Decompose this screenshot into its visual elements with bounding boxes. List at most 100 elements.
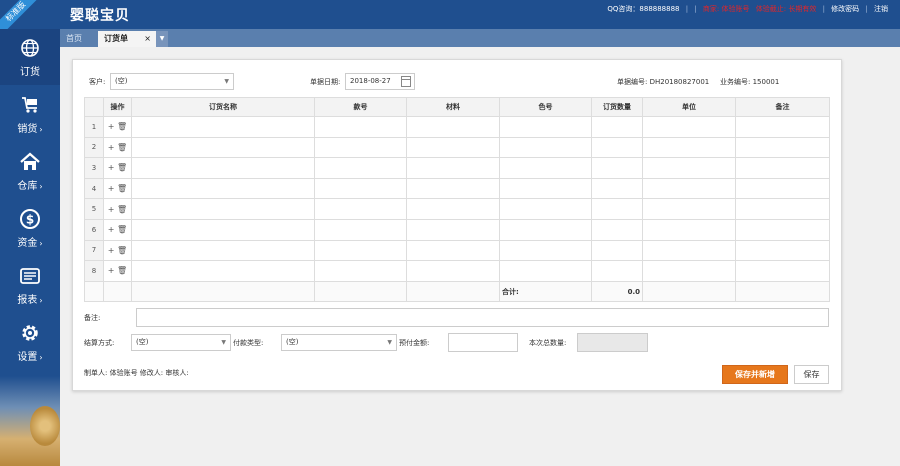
table-cell[interactable]	[591, 157, 643, 179]
chevron-right-icon: ›	[39, 182, 43, 191]
order-items-table: 操作 订货名称 款号 材料 色号 订货数量 单位 备注 1 + 🗑 2 + 🗑 3 + 🗑…	[84, 97, 830, 303]
table-cell[interactable]	[131, 239, 315, 262]
table-cell[interactable]	[499, 136, 592, 159]
save-and-new-button[interactable]: 保存并新增	[722, 365, 788, 384]
column-header: 操作	[103, 97, 132, 117]
table-cell[interactable]	[499, 260, 592, 282]
table-cell[interactable]	[314, 218, 407, 241]
table-cell[interactable]	[499, 157, 592, 179]
row-actions[interactable]: + 🗑	[103, 157, 132, 179]
merchant-info: 商家: 体验账号	[702, 5, 750, 13]
table-cell[interactable]	[591, 136, 643, 159]
table-cell[interactable]	[591, 218, 643, 241]
row-actions[interactable]: + 🗑	[103, 218, 132, 241]
close-icon[interactable]: ×	[144, 31, 151, 47]
gear-icon	[19, 322, 41, 344]
table-cell[interactable]	[314, 239, 407, 262]
table-cell[interactable]	[406, 157, 500, 179]
table-cell[interactable]	[131, 136, 315, 159]
settle-method-select[interactable]: (空) ▼	[131, 334, 231, 351]
row-actions[interactable]: + 🗑	[103, 116, 132, 138]
payment-type-select[interactable]: (空) ▼	[281, 334, 397, 351]
table-cell[interactable]	[735, 260, 830, 282]
logout-link[interactable]: 注销	[874, 5, 888, 13]
table-cell[interactable]	[642, 260, 736, 282]
table-cell[interactable]	[591, 239, 643, 262]
table-cell[interactable]	[406, 177, 500, 200]
sidebar-item-label: 设置 ›	[17, 352, 43, 363]
table-cell[interactable]	[591, 116, 643, 138]
tab-home[interactable]: 首页	[60, 31, 88, 47]
date-input[interactable]: 2018-08-27	[345, 73, 415, 90]
table-cell[interactable]	[314, 157, 407, 179]
table-cell[interactable]	[642, 136, 736, 159]
chevron-right-icon: ›	[39, 296, 43, 305]
row-actions[interactable]: + 🗑	[103, 198, 132, 220]
table-cell[interactable]	[131, 218, 315, 241]
table-cell[interactable]	[499, 116, 592, 138]
row-number: 4	[84, 177, 104, 200]
calendar-icon[interactable]	[401, 76, 411, 87]
table-cell[interactable]	[642, 177, 736, 200]
table-cell[interactable]	[591, 260, 643, 282]
table-cell[interactable]	[735, 218, 830, 241]
table-cell[interactable]	[131, 198, 315, 220]
table-cell[interactable]	[642, 218, 736, 241]
table-cell[interactable]	[735, 177, 830, 200]
table-cell[interactable]	[131, 157, 315, 179]
table-body: 1 + 🗑 2 + 🗑 3 + 🗑 4 + 🗑 5 + 🗑 6 + 🗑 7 + 🗑 8 + 🗑 合计: 0.0	[84, 116, 830, 303]
sidebar-item-funds[interactable]: $ 资金 ›	[0, 200, 60, 256]
total-quantity-field	[577, 333, 648, 352]
row-actions[interactable]: + 🗑	[103, 239, 132, 262]
table-cell[interactable]	[406, 218, 500, 241]
table-cell[interactable]	[499, 177, 592, 200]
sidebar-item-order[interactable]: 订货	[0, 29, 60, 85]
tab-order-form[interactable]: 订货单 ×	[98, 31, 156, 47]
table-cell[interactable]	[406, 136, 500, 159]
save-button[interactable]: 保存	[794, 365, 829, 384]
row-actions[interactable]: + 🗑	[103, 136, 132, 159]
table-cell[interactable]	[642, 239, 736, 262]
document-number: 单据编号: DH20180827001	[617, 78, 710, 86]
table-cell[interactable]	[735, 157, 830, 179]
table-cell[interactable]	[131, 177, 315, 200]
table-cell[interactable]	[735, 136, 830, 159]
customer-select[interactable]: (空) ▼	[110, 73, 234, 90]
table-cell[interactable]	[499, 198, 592, 220]
table-cell[interactable]	[735, 239, 830, 262]
sidebar-item-settings[interactable]: 设置 ›	[0, 314, 60, 370]
table-cell[interactable]	[314, 116, 407, 138]
table-cell[interactable]	[591, 177, 643, 200]
table-cell[interactable]	[642, 157, 736, 179]
table-cell[interactable]	[406, 198, 500, 220]
qq-consult-link[interactable]: QQ咨询：888888888	[607, 5, 679, 13]
row-actions[interactable]: + 🗑	[103, 260, 132, 282]
table-cell[interactable]	[735, 116, 830, 138]
sidebar-item-sales[interactable]: 销货 ›	[0, 86, 60, 142]
table-cell[interactable]	[314, 177, 407, 200]
table-cell[interactable]	[314, 260, 407, 282]
table-cell[interactable]	[642, 198, 736, 220]
top-links: QQ咨询：888888888 | | 商家: 体验账号 体验截止: 长期有效 |…	[603, 4, 888, 14]
table-cell[interactable]	[406, 116, 500, 138]
table-cell[interactable]	[642, 116, 736, 138]
table-cell[interactable]	[499, 239, 592, 262]
table-cell[interactable]	[591, 198, 643, 220]
prepay-amount-input[interactable]	[448, 333, 518, 352]
table-cell[interactable]	[499, 218, 592, 241]
tab-bar: 首页 订货单 × ▼	[60, 29, 900, 47]
row-actions[interactable]: + 🗑	[103, 177, 132, 200]
table-cell[interactable]	[406, 260, 500, 282]
chevron-right-icon: ›	[39, 239, 43, 248]
table-cell[interactable]	[314, 198, 407, 220]
table-cell[interactable]	[131, 260, 315, 282]
remark-input[interactable]	[136, 308, 829, 327]
sidebar-item-warehouse[interactable]: 仓库 ›	[0, 143, 60, 199]
table-cell[interactable]	[131, 116, 315, 138]
tab-menu-dropdown[interactable]: ▼	[156, 31, 168, 47]
table-cell[interactable]	[406, 239, 500, 262]
sidebar-item-reports[interactable]: 报表 ›	[0, 257, 60, 313]
change-password-link[interactable]: 修改密码	[831, 5, 859, 13]
table-cell[interactable]	[314, 136, 407, 159]
table-cell[interactable]	[735, 198, 830, 220]
